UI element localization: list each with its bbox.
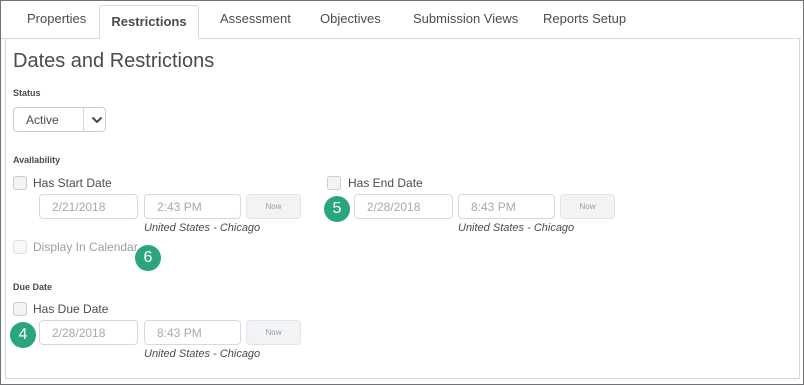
has-due-date-label: Has Due Date: [33, 302, 109, 316]
select-divider: [83, 108, 84, 131]
has-end-date-checkbox[interactable]: [327, 176, 341, 190]
end-now-button[interactable]: Now: [560, 194, 615, 219]
start-timezone: United States - Chicago: [144, 222, 261, 234]
availability-label: Availability: [13, 155, 61, 165]
chevron-down-icon: [92, 117, 102, 123]
due-time-input[interactable]: 8:43 PM: [144, 320, 241, 345]
has-start-date-checkbox[interactable]: [13, 176, 27, 190]
callout-badge-6: 6: [135, 245, 161, 271]
page-title: Dates and Restrictions: [13, 50, 215, 72]
status-label: Status: [13, 88, 41, 98]
status-select[interactable]: Active: [13, 107, 106, 132]
due-timezone: United States - Chicago: [144, 348, 261, 360]
tab-submission-views[interactable]: Submission Views: [413, 11, 518, 26]
display-in-calendar-label: Display In Calendar: [33, 240, 138, 254]
has-start-date-label: Has Start Date: [33, 176, 112, 190]
has-end-date-label: Has End Date: [348, 176, 423, 190]
end-date-input[interactable]: 2/28/2018: [354, 194, 453, 219]
start-date-input[interactable]: 2/21/2018: [39, 194, 138, 219]
status-value: Active: [26, 113, 59, 127]
callout-badge-5: 5: [324, 196, 350, 222]
start-time-input[interactable]: 2:43 PM: [144, 194, 241, 219]
end-timezone: United States - Chicago: [458, 222, 575, 234]
tab-restrictions[interactable]: Restrictions: [99, 5, 199, 39]
due-now-button[interactable]: Now: [246, 320, 301, 345]
end-time-input[interactable]: 8:43 PM: [458, 194, 555, 219]
has-due-date-checkbox[interactable]: [13, 302, 27, 316]
tab-reports-setup[interactable]: Reports Setup: [543, 11, 626, 26]
display-in-calendar-checkbox[interactable]: [13, 240, 27, 254]
tab-bar: Properties Restrictions Assessment Objec…: [1, 1, 801, 39]
callout-badge-4: 4: [10, 322, 36, 348]
due-date-input[interactable]: 2/28/2018: [39, 320, 138, 345]
start-now-button[interactable]: Now: [246, 194, 301, 219]
tab-objectives[interactable]: Objectives: [320, 11, 381, 26]
tab-assessment[interactable]: Assessment: [220, 11, 291, 26]
tab-properties[interactable]: Properties: [27, 11, 86, 26]
due-date-section-label: Due Date: [13, 282, 53, 292]
